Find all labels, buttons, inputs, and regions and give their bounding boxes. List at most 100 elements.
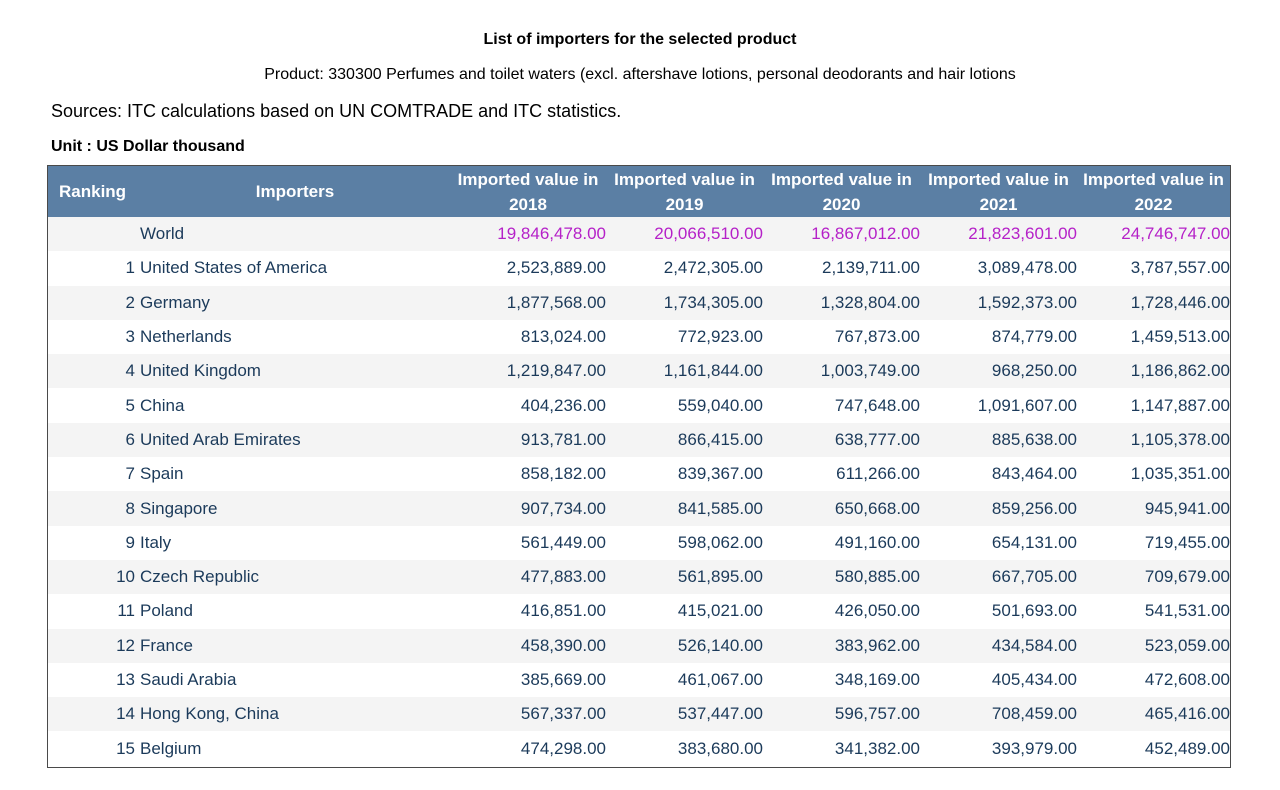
table-row: 10 Czech Republic 477,883.00 561,895.00 580,… [48,559,1230,595]
importer-name-link[interactable]: Hong Kong, China [140,697,450,731]
value-cell: 434,584.00 [991,635,1077,655]
table-row: 8 Singapore 907,734.00 841,585.00 650,668.00… [48,491,1230,526]
column-header-line: Imported value in [457,169,599,189]
importer-name-link[interactable]: United States of America [140,251,450,285]
importer-name-link[interactable]: Netherlands [140,320,450,354]
value-cell: 541,531.00 [1144,601,1230,621]
value-cell: 559,040.00 [677,395,763,415]
value-cell: 537,447.00 [677,704,763,724]
value-cell: 874,779.00 [991,327,1077,347]
value-cell: 841,585.00 [677,498,763,518]
value-cell: 813,024.00 [520,327,606,347]
value-cell: 843,464.00 [991,464,1077,484]
table-row: 6 United Arab Emirates 913,781.00 866,415.0… [48,422,1230,458]
importer-name-link[interactable]: United Arab Emirates [140,423,450,457]
column-header-year: 2022 [1134,194,1173,214]
value-cell: 2,523,889.00 [506,258,606,278]
table-row: 5 China 404,236.00 559,040.00 747,648.00 1,09… [48,388,1230,423]
column-header-2021[interactable]: Imported value in 2021 [920,166,1077,217]
table-body: World 19,846,478.00 20,066,510.00 16,867,01… [48,217,1230,766]
value-cell: 341,382.00 [834,738,920,758]
value-cell: 708,459.00 [991,704,1077,724]
value-cell: 561,449.00 [520,532,606,552]
column-header-ranking[interactable]: Ranking [48,166,140,217]
value-cell: 474,298.00 [520,738,606,758]
value-cell: 767,873.00 [834,327,920,347]
importers-table-container: Ranking Importers Imported value in 2018… [47,165,1231,768]
value-cell: 747,648.00 [834,395,920,415]
page-title: List of importers for the selected produ… [483,31,797,48]
importer-name-link[interactable]: Spain [140,457,450,491]
value-cell: 859,256.00 [991,498,1077,518]
importer-name-link[interactable]: World [140,217,450,251]
value-cell: 772,923.00 [677,327,763,347]
value-cell: 461,067.00 [677,670,763,689]
importer-name-link[interactable]: Germany [140,286,450,320]
rank-cell: 7 [125,464,135,484]
importer-name-link[interactable]: China [140,388,450,422]
value-cell: 1,734,305.00 [663,292,763,312]
value-cell: 719,455.00 [1144,532,1230,552]
rank-cell: 3 [125,327,135,347]
product-description: Product: 330300 Perfumes and toilet wate… [264,66,1016,83]
column-header-2019[interactable]: Imported value in 2019 [606,166,763,217]
rank-cell: 1 [125,258,135,278]
importer-name-link[interactable]: Czech Republic [140,560,450,594]
value-cell: 567,337.00 [520,704,606,724]
table-header-row: Ranking Importers Imported value in 2018… [48,166,1230,217]
value-cell: 968,250.00 [991,361,1077,381]
rank-cell: 12 [116,635,135,655]
value-cell: 1,328,804.00 [820,292,920,312]
column-header-line: Imported value in [928,169,1069,189]
importer-name-link[interactable]: Saudi Arabia [140,663,450,697]
importer-name-link[interactable]: Singapore [140,491,450,525]
rank-cell [48,217,140,251]
value-cell: 1,219,847.00 [506,361,606,381]
value-cell: 1,592,373.00 [977,292,1077,312]
value-cell: 1,003,749.00 [820,361,920,381]
table-row: 11 Poland 416,851.00 415,021.00 426,050.00 50… [48,594,1230,629]
rank-cell: 4 [125,361,135,381]
value-cell: 404,236.00 [520,395,606,415]
value-cell: 383,962.00 [834,635,920,655]
column-header-line: Imported value in [1083,169,1224,189]
column-header-2020[interactable]: Imported value in 2020 [763,166,920,217]
value-cell: 1,035,351.00 [1130,464,1230,484]
value-cell: 20,066,510.00 [654,224,763,244]
table-row: 2 Germany 1,877,568.00 1,734,305.00 1,328,80… [48,285,1230,320]
unit-label: Unit : US Dollar thousand [51,138,245,155]
column-header-year: 2020 [822,194,861,214]
value-cell: 611,266.00 [836,464,920,484]
table-row: 15 Belgium 474,298.00 383,680.00 341,382.00 3… [48,731,1230,766]
value-cell: 650,668.00 [834,498,920,518]
rank-cell: 6 [125,429,135,449]
value-cell: 598,062.00 [677,532,763,552]
importer-name-link[interactable]: Italy [140,526,450,560]
value-cell: 1,459,513.00 [1130,327,1230,347]
value-cell: 458,390.00 [520,635,606,655]
importer-name-link[interactable]: United Kingdom [140,354,450,388]
table-row: 12 France 458,390.00 526,140.00 383,962.00 43… [48,628,1230,663]
value-cell: 596,757.00 [834,704,920,724]
value-cell: 1,877,568.00 [506,292,606,312]
rank-cell: 2 [125,292,135,312]
rank-cell: 14 [116,704,135,724]
table-row: 9 Italy 561,449.00 598,062.00 491,160.00 654,… [48,525,1230,560]
table-row: 13 Saudi Arabia 385,669.00 461,067.00 348,16… [48,662,1230,698]
value-cell: 2,139,711.00 [822,258,920,278]
column-header-2018[interactable]: Imported value in 2018 [450,166,606,217]
value-cell: 667,705.00 [991,567,1077,587]
table-row: 7 Spain 858,182.00 839,367.00 611,266.00 843,… [48,457,1230,492]
value-cell: 426,050.00 [834,601,920,621]
importer-name-link[interactable]: France [140,629,450,663]
value-cell: 561,895.00 [677,567,763,587]
column-header-importers[interactable]: Importers [140,166,450,217]
importer-name-link[interactable]: Poland [140,594,450,628]
value-cell: 383,680.00 [677,738,763,758]
value-cell: 416,851.00 [520,601,606,621]
column-header-line: Imported value in [614,169,755,189]
column-header-2022[interactable]: Imported value in 2022 [1077,166,1230,217]
column-header-year: 2019 [665,194,704,214]
value-cell: 501,693.00 [991,601,1077,621]
importer-name-link[interactable]: Belgium [140,731,450,765]
